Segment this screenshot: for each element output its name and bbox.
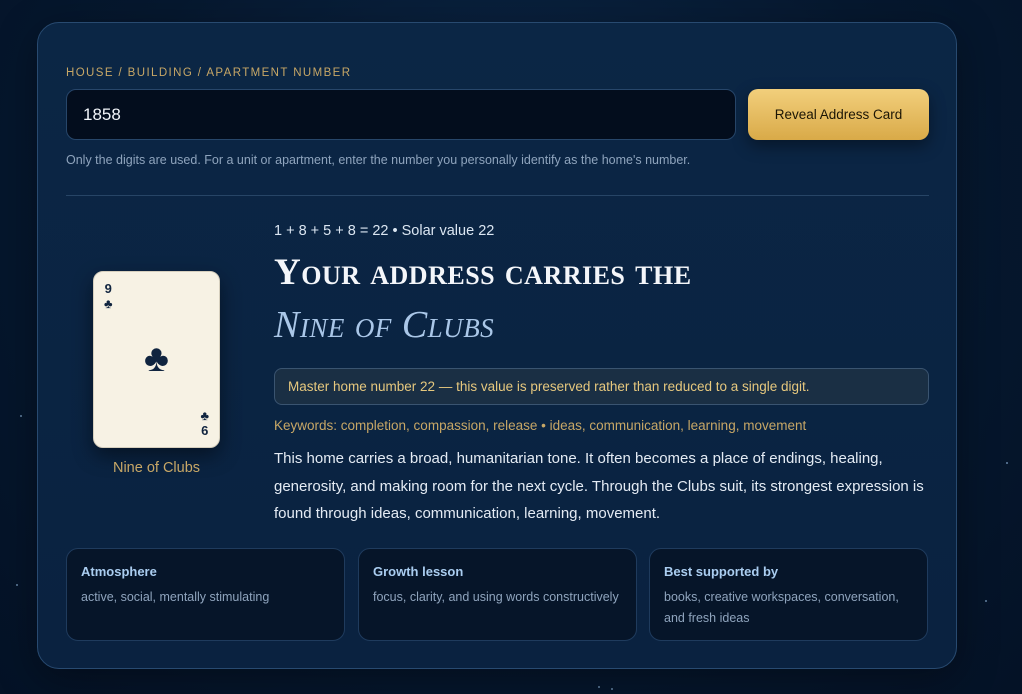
playing-card: 9 ♣ ♣ ♣ 6 bbox=[93, 271, 220, 448]
result-description: This home carries a broad, humanitarian … bbox=[274, 450, 924, 522]
card-corner-bottom: ♣ 6 bbox=[200, 408, 209, 438]
info-card-title: Best supported by bbox=[664, 564, 779, 579]
info-card-text: books, creative workspaces, conversation… bbox=[664, 590, 899, 625]
star bbox=[611, 688, 613, 690]
calculation-text: 1 + 8 + 5 + 8 = 22 • Solar value 22 bbox=[274, 223, 495, 239]
info-card-text: focus, clarity, and using words construc… bbox=[373, 590, 619, 604]
divider bbox=[66, 195, 929, 196]
info-card-title: Growth lesson bbox=[373, 564, 464, 579]
info-card-best-supported-by: Best supported by books, creative worksp… bbox=[649, 548, 928, 641]
info-card-atmosphere: Atmosphere active, social, mentally stim… bbox=[66, 548, 345, 641]
star bbox=[598, 686, 600, 688]
star bbox=[1006, 462, 1008, 464]
address-number-input[interactable] bbox=[66, 89, 736, 140]
club-suit-icon: ♣ bbox=[144, 338, 169, 380]
reveal-address-card-button[interactable]: Reveal Address Card bbox=[748, 89, 929, 140]
card-caption: Nine of Clubs bbox=[112, 460, 201, 476]
info-card-text: active, social, mentally stimulating bbox=[81, 590, 270, 604]
card-rank-top: 9 bbox=[104, 281, 112, 296]
result-headline: Your address carries the bbox=[274, 252, 692, 293]
address-card-panel: HOUSE / BUILDING / APARTMENT NUMBER Reve… bbox=[37, 22, 957, 669]
info-card-growth-lesson: Growth lesson focus, clarity, and using … bbox=[358, 548, 637, 641]
star bbox=[20, 415, 22, 417]
card-corner-top: 9 ♣ bbox=[104, 281, 113, 311]
star bbox=[985, 600, 987, 602]
keywords-text: Keywords: completion, compassion, releas… bbox=[274, 418, 807, 433]
input-hint: Only the digits are used. For a unit or … bbox=[66, 153, 691, 167]
card-rank-bottom: 6 bbox=[201, 423, 209, 438]
master-number-note: Master home number 22 — this value is pr… bbox=[274, 368, 929, 405]
result-card-name: Nine of Clubs bbox=[274, 304, 495, 346]
address-field-label: HOUSE / BUILDING / APARTMENT NUMBER bbox=[66, 67, 352, 79]
club-suit-icon: ♣ bbox=[200, 408, 209, 423]
club-suit-icon: ♣ bbox=[104, 296, 113, 311]
star bbox=[16, 584, 18, 586]
info-card-title: Atmosphere bbox=[81, 564, 157, 579]
